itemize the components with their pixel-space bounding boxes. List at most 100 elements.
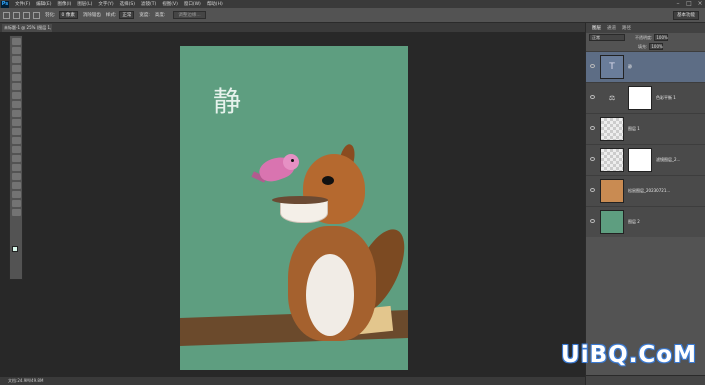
menu-window[interactable]: 窗口(W) <box>184 1 201 7</box>
layer-row[interactable]: 图层 1 <box>586 113 705 144</box>
minimize-icon[interactable]: – <box>673 0 683 8</box>
subtract-selection-icon[interactable] <box>33 11 40 19</box>
menu-edit[interactable]: 编辑(E) <box>36 1 51 7</box>
menu-image[interactable]: 图像(I) <box>57 1 71 7</box>
move-tool-icon[interactable] <box>12 38 21 45</box>
menu-filter[interactable]: 滤镜(T) <box>141 1 156 7</box>
close-icon[interactable]: × <box>695 0 705 8</box>
visibility-eye-icon[interactable] <box>590 64 595 68</box>
canvas-title-text: 静 <box>213 85 242 118</box>
foreground-color-swatch[interactable] <box>12 246 18 252</box>
style-select[interactable]: 正常 <box>119 11 135 19</box>
gradient-tool-icon[interactable] <box>12 137 21 144</box>
bird-head <box>283 154 299 170</box>
maximize-icon[interactable]: □ <box>684 0 694 8</box>
cup-plate <box>272 196 328 204</box>
opacity-input[interactable]: 100% <box>654 34 669 41</box>
antialias-checkbox[interactable]: 消除锯齿 <box>83 12 101 18</box>
layer-row[interactable]: ⚖ 色彩平衡 1 <box>586 82 705 113</box>
menu-file[interactable]: 文件(F) <box>15 1 30 7</box>
menu-select[interactable]: 选择(S) <box>120 1 135 7</box>
squirrel-layer-thumbnail <box>600 179 624 203</box>
menu-type[interactable]: 文字(Y) <box>98 1 113 7</box>
new-selection-icon[interactable] <box>13 11 20 19</box>
dodge-tool-icon[interactable] <box>12 155 21 162</box>
layer-row[interactable]: 滤镜图层_2... <box>586 144 705 175</box>
blend-row: 正常 不透明度: 100% <box>586 33 705 42</box>
feather-input[interactable]: 0 像素 <box>58 11 78 19</box>
path-select-tool-icon[interactable] <box>12 182 21 189</box>
marquee-tool-icon[interactable] <box>12 47 21 54</box>
options-bar: 羽化: 0 像素 消除锯齿 样式: 正常 宽度: 高度: 调整边缘... 基本功… <box>0 8 705 23</box>
layer-thumbnail <box>600 117 624 141</box>
menu-help[interactable]: 帮助(H) <box>207 1 223 7</box>
workspace-select[interactable]: 基本功能 <box>673 11 699 20</box>
watermark-text: UiBQ.CoM <box>561 342 697 368</box>
layer-name[interactable]: 图层 2 <box>628 219 640 225</box>
type-tool-icon[interactable] <box>12 173 21 180</box>
menu-layer[interactable]: 图层(L) <box>77 1 92 7</box>
layer-name[interactable]: 滤镜图层_2... <box>656 157 680 163</box>
layer-name[interactable]: 色彩平衡 1 <box>656 95 676 101</box>
visibility-eye-icon[interactable] <box>590 95 595 99</box>
squirrel-belly <box>306 254 354 336</box>
layer-mask-thumbnail[interactable] <box>628 86 652 110</box>
refine-edge-button[interactable]: 调整边缘... <box>173 11 206 19</box>
eyedropper-tool-icon[interactable] <box>12 83 21 90</box>
tools-panel <box>9 35 23 280</box>
bird-eye <box>291 159 294 162</box>
layer-name[interactable]: 图层 1 <box>628 126 640 132</box>
quick-select-tool-icon[interactable] <box>12 65 21 72</box>
tab-paths[interactable]: 路径 <box>622 25 631 31</box>
marquee-tool-icon[interactable] <box>3 11 10 19</box>
fill-label: 填充: <box>638 43 648 49</box>
panel-tab-bar: 图层 通道 路径 <box>586 23 705 33</box>
green-layer-thumbnail <box>600 210 624 234</box>
visibility-eye-icon[interactable] <box>590 126 595 130</box>
blend-mode-select[interactable]: 正常 <box>589 34 625 41</box>
lasso-tool-icon[interactable] <box>12 56 21 63</box>
visibility-eye-icon[interactable] <box>590 188 595 192</box>
blur-tool-icon[interactable] <box>12 146 21 153</box>
adjustment-layer-icon: ⚖ <box>600 86 624 110</box>
menu-view[interactable]: 视图(V) <box>162 1 178 7</box>
brush-tool-icon[interactable] <box>12 101 21 108</box>
fill-row: 填充: 100% <box>586 42 705 51</box>
layer-name[interactable]: 松鼠图层_20230721... <box>628 188 670 194</box>
visibility-eye-icon[interactable] <box>590 157 595 161</box>
zoom-tool-icon[interactable] <box>12 209 21 216</box>
text-layer-thumbnail: T <box>600 55 624 79</box>
document-tab-bar: 未标题-1 @ 25% (图层 1, RGB/8) × <box>0 23 585 32</box>
fill-input[interactable]: 100% <box>649 43 664 50</box>
layers-panel-footer <box>586 375 705 385</box>
width-label: 宽度: <box>139 13 150 18</box>
photoshop-logo: Ps <box>1 0 9 8</box>
eraser-tool-icon[interactable] <box>12 128 21 135</box>
layer-row[interactable]: T 静 <box>586 51 705 82</box>
menu-bar: Ps 文件(F) 编辑(E) 图像(I) 图层(L) 文字(Y) 选择(S) 滤… <box>0 0 705 8</box>
cup-image <box>280 201 328 223</box>
layer-mask-thumbnail[interactable] <box>628 148 652 172</box>
layer-thumbnail <box>600 148 624 172</box>
hand-tool-icon[interactable] <box>12 200 21 207</box>
add-selection-icon[interactable] <box>23 11 30 19</box>
visibility-eye-icon[interactable] <box>590 219 595 223</box>
height-label: 高度: <box>154 13 166 18</box>
layer-name[interactable]: 静 <box>628 64 632 70</box>
document-canvas[interactable]: 静 <box>180 46 408 370</box>
clone-stamp-tool-icon[interactable] <box>12 110 21 117</box>
history-brush-tool-icon[interactable] <box>12 119 21 126</box>
document-tab[interactable]: 未标题-1 @ 25% (图层 1, RGB/8) × <box>2 24 52 32</box>
layers-panel: 图层 通道 路径 正常 不透明度: 100% 填充: 100% T 静 ⚖ 色彩… <box>585 23 705 385</box>
opacity-label: 不透明度: <box>635 34 653 40</box>
status-bar: 文档:24.9M/49.8M <box>0 377 585 385</box>
squirrel-eye <box>322 176 334 185</box>
crop-tool-icon[interactable] <box>12 74 21 81</box>
layer-row[interactable]: 松鼠图层_20230721... <box>586 175 705 206</box>
healing-brush-tool-icon[interactable] <box>12 92 21 99</box>
tab-layers[interactable]: 图层 <box>592 25 601 31</box>
shape-tool-icon[interactable] <box>12 191 21 198</box>
tab-channels[interactable]: 通道 <box>607 25 616 31</box>
layer-row[interactable]: 图层 2 <box>586 206 705 237</box>
pen-tool-icon[interactable] <box>12 164 21 171</box>
